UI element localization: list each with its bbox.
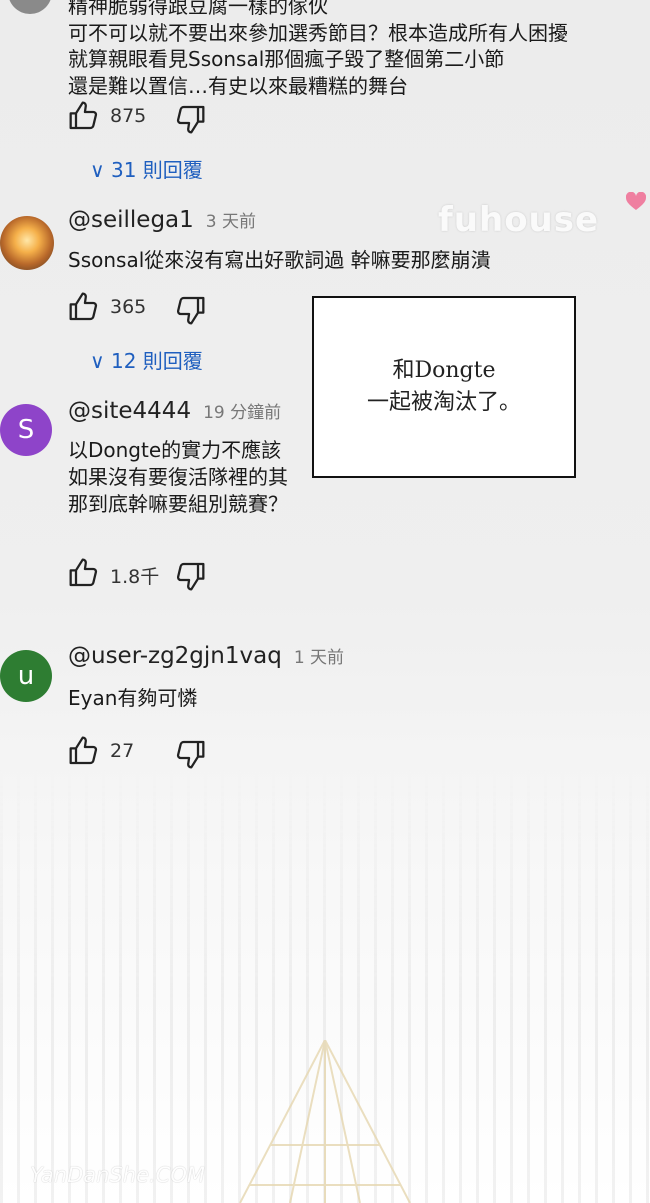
chevron-down-icon: ∨: [90, 158, 111, 182]
author-handle[interactable]: @site4444: [68, 398, 191, 424]
thumbs-down-icon: [176, 105, 205, 134]
comment-text: Eyan有夠可憐: [68, 686, 198, 710]
thumbs-down-icon: [176, 562, 205, 591]
thumbs-up-icon: [69, 736, 98, 765]
like-count: 875: [110, 105, 147, 127]
avatar-sunset[interactable]: [0, 216, 54, 270]
watermark-yandanshe: YanDanShe.COM: [30, 1163, 205, 1187]
comment-text-line: 如果沒有要復活隊裡的其: [68, 465, 288, 489]
comment-text: Ssonsal從來沒有寫出好歌詞過 幹嘛要那麼崩潰: [68, 248, 491, 272]
caption-line: 一起被淘汰了。: [366, 390, 521, 415]
caption-box: 和Dongte 一起被淘汰了。: [312, 296, 576, 478]
light-pyramid-decoration: [239, 1040, 411, 1203]
like-button[interactable]: [68, 557, 100, 589]
comment-time: 1 天前: [293, 648, 345, 668]
like-count: 27: [110, 740, 135, 762]
avatar[interactable]: S: [0, 404, 52, 456]
comment-text-line: 那到底幹嘛要組別競賽？: [68, 492, 288, 516]
dislike-button[interactable]: [174, 560, 206, 592]
replies-count: 31 則回覆: [111, 158, 203, 182]
comment-header: @user-zg2gjn1vaq 1 天前: [68, 643, 344, 669]
comment-time: 19 分鐘前: [203, 403, 282, 423]
comment-text-line: 就算親眼看見Ssonsal那個瘋子毀了整個第二小節: [68, 47, 505, 71]
comment-text-line: 以Dongte的實力不應該: [68, 438, 282, 462]
comment-header: @site4444 19 分鐘前: [68, 398, 281, 424]
avatar[interactable]: u: [0, 650, 52, 702]
comment-text-line: 精神脆弱得跟豆腐一樣的傢伙: [68, 0, 328, 18]
chevron-down-icon: ∨: [90, 349, 111, 373]
avatar-letter: S: [17, 415, 35, 445]
thumbs-up-icon: [69, 292, 98, 321]
caption-line: 和Dongte: [392, 358, 496, 383]
watermark-fuhouse: fuhouse: [438, 200, 600, 240]
replies-count: 12 則回覆: [111, 349, 203, 373]
like-button[interactable]: [68, 100, 100, 132]
like-button[interactable]: [68, 735, 100, 767]
dislike-button[interactable]: [174, 294, 206, 326]
avatar-letter: u: [17, 661, 35, 691]
comment-text-line: 可不可以就不要出來參加選秀節目？根本造成所有人困擾: [68, 21, 568, 45]
author-handle[interactable]: @user-zg2gjn1vaq: [68, 643, 282, 669]
thumbs-up-icon: [69, 558, 98, 587]
like-count: 1.8千: [110, 566, 160, 588]
comment-text-line: 還是難以置信…有史以來最糟糕的舞台: [68, 74, 408, 98]
thumbs-down-icon: [176, 740, 205, 769]
view-replies-button[interactable]: ∨ 12 則回覆: [90, 345, 203, 374]
dislike-button[interactable]: [174, 103, 206, 135]
view-replies-button[interactable]: ∨ 31 則回覆: [90, 154, 203, 183]
dislike-button[interactable]: [174, 738, 206, 770]
avatar-top-partial: [8, 0, 52, 14]
comment-time: 3 天前: [205, 212, 257, 232]
comment-header: @seillega1 3 天前: [68, 207, 256, 233]
thumbs-up-icon: [69, 101, 98, 130]
like-count: 365: [110, 296, 147, 318]
like-button[interactable]: [68, 291, 100, 323]
heart-icon: [626, 192, 646, 210]
thumbs-down-icon: [176, 296, 205, 325]
author-handle[interactable]: @seillega1: [68, 207, 194, 233]
